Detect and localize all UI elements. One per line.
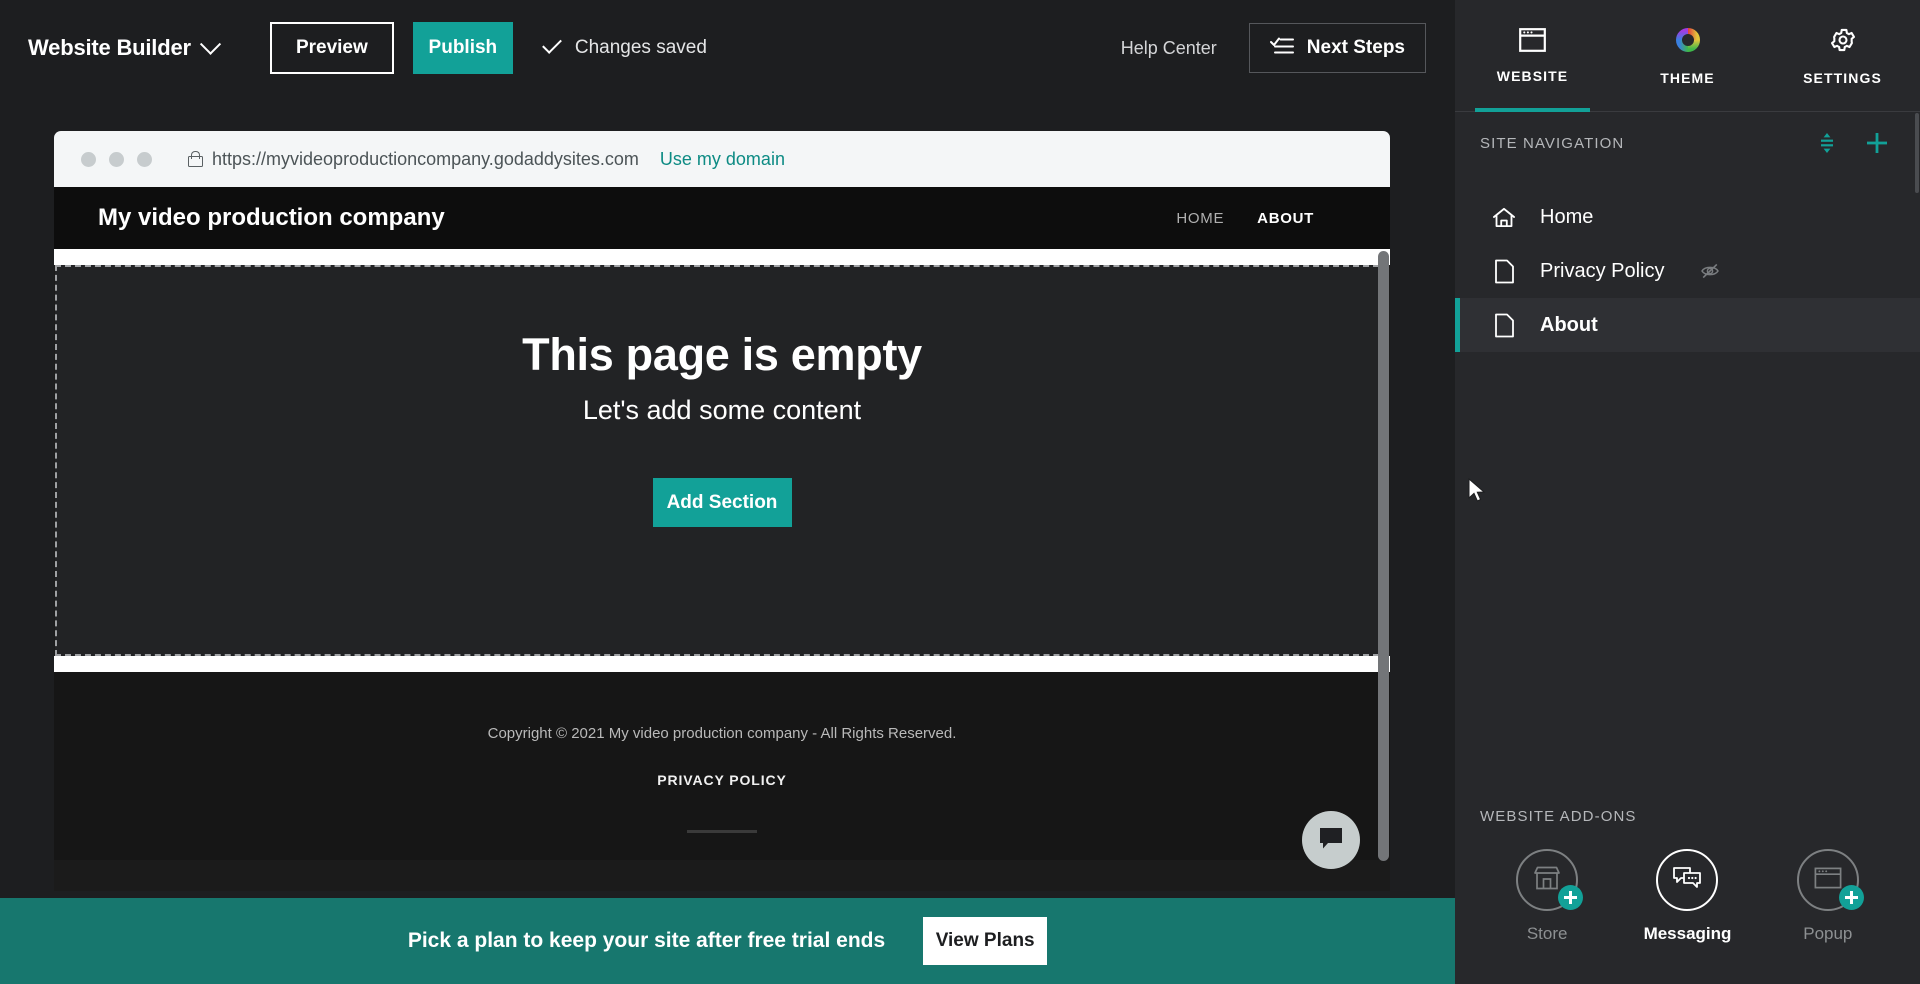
use-my-domain-link[interactable]: Use my domain [660,149,785,170]
sidebar-item-home-label: Home [1540,205,1594,228]
chat-widget-button[interactable] [1302,811,1360,869]
site-footer[interactable]: Copyright © 2021 My video production com… [54,672,1390,860]
website-addons-header: WEBSITE ADD-ONS [1455,801,1920,831]
site-preview-canvas: https://myvideoproductioncompany.godaddy… [54,131,1390,891]
storefront-icon [1532,864,1562,897]
save-status-label: Changes saved [574,37,707,58]
footer-accent-bar [687,830,757,833]
footer-copyright: Copyright © 2021 My video production com… [487,725,957,742]
panel-spacer [1455,352,1920,801]
page-icon [1492,259,1516,284]
preview-scrollbar-thumb[interactable] [1378,251,1389,861]
window-close-dot [81,151,96,167]
chat-bubbles-icon [1672,864,1702,897]
lock-icon [188,151,203,167]
help-center-link[interactable]: Help Center [1121,38,1217,59]
footer-privacy-policy-link[interactable]: PRIVACY POLICY [657,772,787,788]
addon-messaging-label: Messaging [1643,924,1732,943]
website-builder-app: Website Builder Preview Publish Changes … [0,0,1920,984]
addon-store-circle [1516,849,1584,911]
popup-window-icon [1814,866,1842,895]
view-plans-button[interactable]: View Plans [923,917,1048,965]
addon-popup-add-badge[interactable] [1838,885,1864,910]
check-icon [541,34,562,54]
addon-messaging-circle [1656,849,1719,911]
gear-icon [1829,26,1857,59]
tab-settings-label: SETTINGS [1803,69,1882,86]
site-header[interactable]: My video production company HOME ABOUT [54,187,1390,249]
trial-banner-message: Pick a plan to keep your site after free… [407,929,886,952]
save-status: Changes saved [541,34,707,59]
site-navigation-actions [1815,130,1890,156]
window-minimize-dot [109,151,124,167]
trial-banner: Pick a plan to keep your site after free… [0,898,1455,984]
addon-popup[interactable]: Popup [1758,849,1898,944]
site-nav-item-about[interactable]: ABOUT [1257,210,1314,227]
browser-window-icon [1519,27,1546,57]
addon-popup-label: Popup [1803,924,1853,943]
header-divider-strip [54,249,1390,265]
add-section-button[interactable]: Add Section [652,478,792,527]
reorder-pages-icon[interactable] [1815,131,1839,155]
browser-chrome-bar: https://myvideoproductioncompany.godaddy… [54,131,1390,187]
preview-button[interactable]: Preview [269,22,394,74]
empty-state-subtitle: Let's add some content [582,395,862,425]
site-navigation-label: SITE NAVIGATION [1480,134,1625,152]
sidebar-item-about[interactable]: About [1455,298,1920,352]
site-nav-item-home[interactable]: HOME [1176,210,1224,227]
panel-scrollbar-thumb[interactable] [1915,113,1919,193]
panel-tab-bar: WEBSITE THEME SETTINGS [1455,0,1920,112]
addon-popup-circle [1796,849,1864,911]
chat-bubble-icon [1318,826,1344,855]
brand-menu[interactable]: Website Builder [28,33,221,61]
addon-store-label: Store [1526,924,1568,943]
preview-scrollbar[interactable] [1377,243,1390,891]
next-steps-button[interactable]: Next Steps [1248,23,1426,73]
page-icon [1492,313,1516,338]
panel-scrollbar[interactable] [1914,113,1920,813]
publish-button[interactable]: Publish [412,22,513,74]
empty-section-placeholder[interactable]: This page is empty Let's add some conten… [55,265,1389,656]
addon-store-add-badge[interactable] [1558,885,1584,910]
tab-theme[interactable]: THEME [1610,0,1765,111]
sidebar-item-privacy-policy[interactable]: Privacy Policy [1455,244,1920,298]
tab-website-label: WEBSITE [1496,67,1569,84]
color-wheel-icon [1674,26,1702,59]
tab-settings[interactable]: SETTINGS [1765,0,1920,111]
sidebar-item-privacy-policy-label: Privacy Policy [1540,259,1665,282]
top-toolbar-right: Help Center Next Steps [1121,23,1426,73]
next-steps-label: Next Steps [1306,37,1405,58]
sidebar-item-about-label: About [1540,313,1598,336]
hidden-page-eye-slash-icon [1700,261,1720,281]
home-icon [1492,206,1516,229]
site-url: https://myvideoproductioncompany.godaddy… [212,148,639,169]
site-navigation-list: Home Privacy Policy About [1455,174,1920,352]
addon-store[interactable]: Store [1477,849,1617,944]
checklist-icon [1269,36,1294,61]
window-control-dots [81,151,152,167]
sidebar-item-home[interactable]: Home [1455,190,1920,244]
empty-state-title: This page is empty [522,329,922,380]
tab-theme-label: THEME [1660,69,1715,86]
website-addons-list: Store Messaging Popup [1455,831,1920,984]
add-page-icon[interactable] [1864,130,1890,156]
site-title: My video production company [98,204,445,231]
chevron-down-icon [199,33,221,55]
footer-divider-strip [54,656,1390,672]
tab-website[interactable]: WEBSITE [1455,0,1610,112]
editor-side-panel: WEBSITE THEME SETTINGS SITE NAVIGATION H… [1455,0,1920,984]
website-addons-label: WEBSITE ADD-ONS [1480,807,1637,825]
brand-label: Website Builder [28,35,191,60]
site-iframe: My video production company HOME ABOUT T… [54,187,1390,891]
top-toolbar: Website Builder Preview Publish Changes … [0,0,1455,96]
window-maximize-dot [137,151,152,167]
address-bar[interactable]: https://myvideoproductioncompany.godaddy… [188,149,785,170]
addon-messaging[interactable]: Messaging [1617,849,1757,944]
site-nav: HOME ABOUT [1176,210,1314,227]
site-navigation-header: SITE NAVIGATION [1455,112,1920,174]
